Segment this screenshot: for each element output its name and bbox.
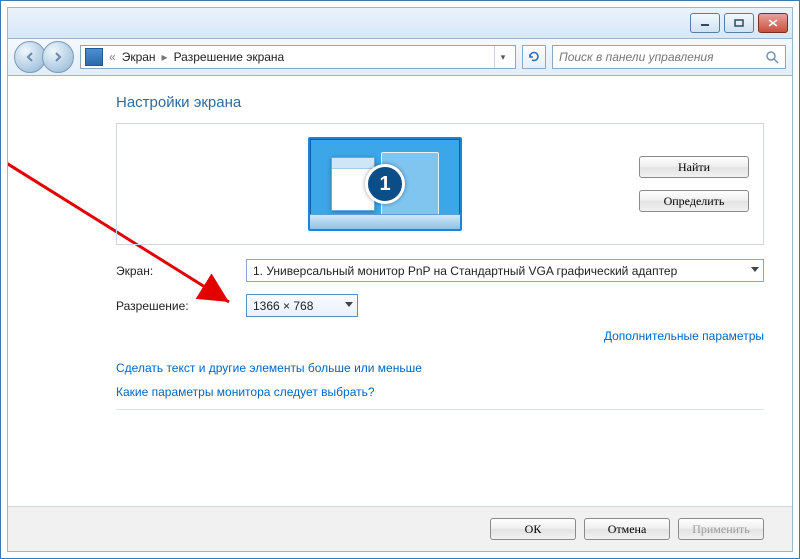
resolution-row: Разрешение: 1366 × 768 (116, 294, 764, 317)
footer-bar: ОК Отмена Применить (8, 506, 792, 551)
chevron-right-icon: ▸ (162, 50, 168, 64)
monitor-thumbnail[interactable]: 1 (308, 137, 462, 231)
display-dropdown[interactable]: 1. Универсальный монитор PnP на Стандарт… (246, 259, 764, 282)
chevron-down-icon (345, 302, 353, 307)
maximize-button[interactable] (724, 13, 754, 33)
minimize-button[interactable] (690, 13, 720, 33)
advanced-settings-link[interactable]: Дополнительные параметры (604, 329, 764, 343)
divider (116, 409, 764, 410)
arrow-left-icon (24, 51, 36, 63)
display-row: Экран: 1. Универсальный монитор PnP на С… (116, 259, 764, 282)
monitor-preview-panel: 1 Найти Определить (116, 123, 764, 245)
detect-button[interactable]: Найти (639, 156, 749, 178)
close-icon (768, 19, 778, 27)
resolution-dropdown[interactable]: 1366 × 768 (246, 294, 358, 317)
window-inner: « Экран ▸ Разрешение экрана ▾ Поиск в па… (7, 7, 793, 552)
maximize-icon (734, 19, 744, 27)
breadcrumb-item[interactable]: Разрешение экрана (174, 50, 285, 64)
breadcrumb[interactable]: « Экран ▸ Разрешение экрана ▾ (80, 45, 516, 69)
page-title: Настройки экрана (116, 94, 764, 111)
window-frame: « Экран ▸ Разрешение экрана ▾ Поиск в па… (0, 0, 800, 559)
arrow-right-icon (52, 51, 64, 63)
text-size-link[interactable]: Сделать текст и другие элементы больше и… (116, 361, 422, 375)
control-panel-icon (85, 48, 103, 66)
refresh-button[interactable] (522, 45, 546, 69)
title-bar (8, 8, 792, 39)
search-icon (765, 50, 779, 64)
apply-button[interactable]: Применить (678, 518, 764, 540)
nav-buttons (14, 41, 74, 73)
breadcrumb-dropdown[interactable]: ▾ (494, 46, 511, 68)
ok-button[interactable]: ОК (490, 518, 576, 540)
resolution-label: Разрешение: (116, 299, 246, 313)
nav-forward-button[interactable] (42, 41, 74, 73)
monitor-number-badge: 1 (365, 164, 405, 204)
refresh-icon (527, 50, 541, 64)
cancel-button[interactable]: Отмена (584, 518, 670, 540)
resolution-value: 1366 × 768 (253, 299, 313, 313)
search-input[interactable]: Поиск в панели управления (552, 45, 786, 69)
display-label: Экран: (116, 264, 246, 278)
chevron-down-icon (751, 267, 759, 272)
content-area: Настройки экрана 1 Найти Определить Экра… (8, 76, 792, 506)
search-placeholder: Поиск в панели управления (559, 50, 714, 64)
close-button[interactable] (758, 13, 788, 33)
breadcrumb-item[interactable]: Экран (122, 50, 156, 64)
identify-button[interactable]: Определить (639, 190, 749, 212)
breadcrumb-sep: « (109, 50, 116, 64)
display-value: 1. Универсальный монитор PnP на Стандарт… (253, 264, 677, 278)
monitor-help-link[interactable]: Какие параметры монитора следует выбрать… (116, 385, 375, 399)
minimize-icon (700, 19, 710, 27)
preview-taskbar (310, 214, 460, 229)
address-bar: « Экран ▸ Разрешение экрана ▾ Поиск в па… (8, 39, 792, 76)
